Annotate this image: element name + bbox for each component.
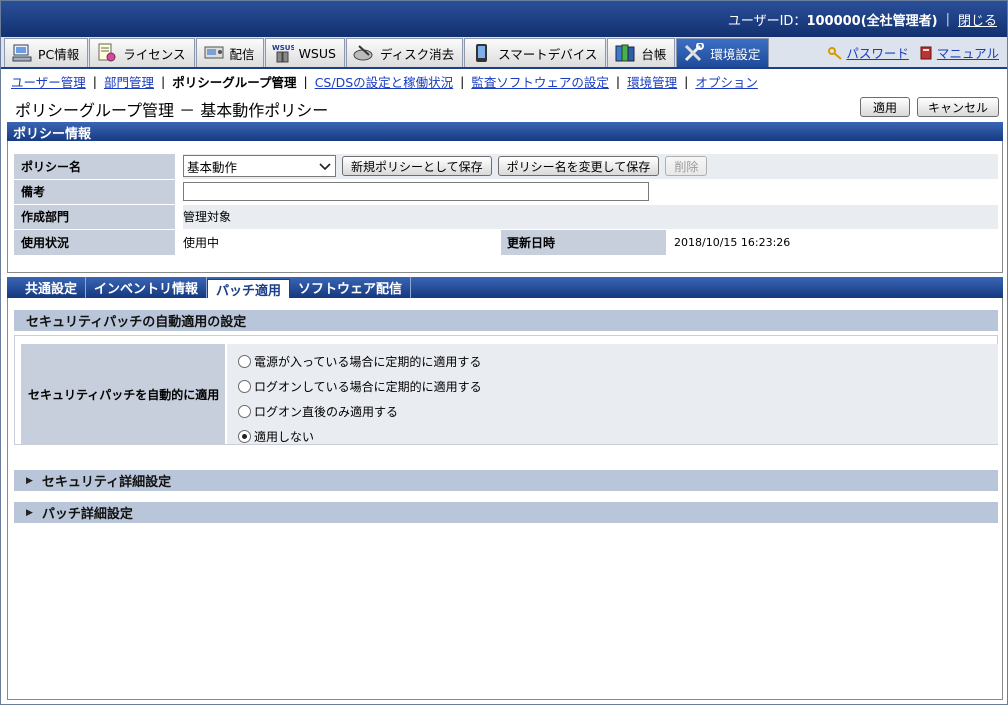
subnav-separator: | xyxy=(615,73,621,89)
expand-triangle-icon: ▶ xyxy=(26,475,33,486)
security-detail-header[interactable]: ▶ セキュリティ詳細設定 xyxy=(14,470,998,491)
delete-button[interactable]: 削除 xyxy=(665,156,708,177)
close-link[interactable]: 閉じる xyxy=(958,10,997,29)
subnav-separator: | xyxy=(460,73,465,89)
expand-triangle-icon: ▶ xyxy=(26,507,33,518)
status-label: 使用状況 xyxy=(14,229,183,256)
radio-button-selected[interactable] xyxy=(238,430,251,443)
patch-auto-apply-label: セキュリティパッチを自動的に適用 xyxy=(21,344,225,444)
option-apply-after-logon[interactable]: ログオン直後のみ適用する xyxy=(238,399,998,424)
tab-smart-device[interactable]: スマートデバイス xyxy=(464,38,607,67)
subnav-environment-management[interactable]: 環境管理 xyxy=(627,72,677,91)
tab-label: ライセンス xyxy=(123,46,186,62)
subnav-separator: | xyxy=(303,73,308,89)
patch-detail-header[interactable]: ▶ パッチ詳細設定 xyxy=(14,502,998,523)
updated-label: 更新日時 xyxy=(501,229,666,255)
main-tab-bar: PC情報 ライセンス 配信 WSUS WSUS ディスク消去 スマートデバイス … xyxy=(1,37,1007,69)
subnav-department-management[interactable]: 部門管理 xyxy=(104,72,154,91)
subnav-options[interactable]: オプション xyxy=(695,72,758,91)
policy-info-panel: ポリシー名 基本動作 新規ポリシーとして保存 ポリシー名を変更して保存 削除 備… xyxy=(7,141,1003,273)
subnav-separator: | xyxy=(684,73,689,89)
subnav-separator: | xyxy=(161,73,166,89)
tab-distribution[interactable]: 配信 xyxy=(195,38,264,67)
radio-button[interactable] xyxy=(238,355,251,368)
cancel-button[interactable]: キャンセル xyxy=(917,97,999,117)
smart-device-icon xyxy=(471,43,493,63)
tab-label: 配信 xyxy=(229,46,255,62)
status-value: 使用中 xyxy=(183,235,220,250)
password-link[interactable]: パスワード xyxy=(846,43,909,62)
sub-navigation: ユーザー管理 | 部門管理 | ポリシーグループ管理 | CS/DSの設定と稼働… xyxy=(11,72,758,90)
chevron-down-icon xyxy=(319,159,331,174)
top-header-bar: ユーザーID：100000(全社管理者) | 閉じる xyxy=(1,1,1007,37)
tab-ledger[interactable]: 台帳 xyxy=(607,38,676,67)
header-separator: | xyxy=(945,11,950,27)
tab-software-distribution[interactable]: ソフトウェア配信 xyxy=(290,277,412,298)
subnav-cs-ds-settings[interactable]: CS/DSの設定と稼働状況 xyxy=(315,72,453,91)
policy-info-header: ポリシー情報 xyxy=(7,122,1003,142)
tab-label: 台帳 xyxy=(641,46,667,62)
subnav-user-management[interactable]: ユーザー管理 xyxy=(11,72,86,91)
tab-label: PC情報 xyxy=(38,46,80,62)
option-do-not-apply[interactable]: 適用しない xyxy=(238,424,998,449)
policy-info-table: ポリシー名 基本動作 新規ポリシーとして保存 ポリシー名を変更して保存 削除 備… xyxy=(14,154,998,256)
option-apply-when-powered[interactable]: 電源が入っている場合に定期的に適用する xyxy=(238,349,998,374)
patch-content-panel: セキュリティパッチの自動適用の設定 セキュリティパッチを自動的に適用 電源が入っ… xyxy=(7,298,1003,700)
policy-tab-bar: 共通設定 インベントリ情報 パッチ適用 ソフトウェア配信 xyxy=(7,277,1003,299)
memo-label: 備考 xyxy=(14,179,183,205)
manual-link[interactable]: マニュアル xyxy=(937,43,999,62)
tab-inventory[interactable]: インベントリ情報 xyxy=(86,277,208,298)
policy-name-select[interactable]: 基本動作 xyxy=(183,155,336,178)
license-icon xyxy=(96,43,118,63)
tab-license[interactable]: ライセンス xyxy=(89,38,195,67)
tab-pc-info[interactable]: PC情報 xyxy=(4,38,89,67)
rename-and-save-button[interactable]: ポリシー名を変更して保存 xyxy=(497,156,660,177)
save-as-new-policy-button[interactable]: 新規ポリシーとして保存 xyxy=(342,156,492,177)
distribution-icon xyxy=(203,43,225,63)
header-links: パスワード マニュアル xyxy=(818,38,1007,67)
department-label: 作成部門 xyxy=(14,204,183,230)
settings-tools-icon xyxy=(683,42,705,63)
policy-name-label: ポリシー名 xyxy=(14,154,183,180)
memo-input[interactable] xyxy=(183,182,649,201)
disk-erase-icon xyxy=(353,43,375,63)
patch-auto-apply-box: セキュリティパッチを自動的に適用 電源が入っている場合に定期的に適用する ログオ… xyxy=(14,335,998,445)
pc-info-icon xyxy=(11,43,33,63)
department-row: 作成部門 管理対象 xyxy=(14,204,998,230)
subnav-separator: | xyxy=(92,73,97,89)
status-row: 使用状況 使用中 更新日時 2018/10/15 16:23:26 xyxy=(14,229,998,256)
option-apply-when-logged-on[interactable]: ログオンしている場合に定期的に適用する xyxy=(238,374,998,399)
tab-label: スマートデバイス xyxy=(498,46,598,62)
tab-label: 環境設定 xyxy=(710,46,761,62)
radio-button[interactable] xyxy=(238,380,251,393)
tab-patch-apply[interactable]: パッチ適用 xyxy=(207,279,291,299)
key-icon xyxy=(828,46,842,60)
tab-wsus[interactable]: WSUS WSUS xyxy=(264,38,345,67)
department-value: 管理対象 xyxy=(179,204,998,230)
subnav-policy-group-management: ポリシーグループ管理 xyxy=(172,74,297,90)
main-window: ユーザーID：100000(全社管理者) | 閉じる PC情報 ライセンス 配信… xyxy=(0,0,1008,705)
tab-label: WSUS xyxy=(298,45,336,61)
radio-button[interactable] xyxy=(238,405,251,418)
user-id-display: ユーザーID：100000(全社管理者) xyxy=(727,13,938,29)
page-title: ポリシーグループ管理 － 基本動作ポリシー xyxy=(15,101,329,120)
ledger-icon xyxy=(614,43,636,63)
patch-options-group: 電源が入っている場合に定期的に適用する ログオンしている場合に定期的に適用する … xyxy=(227,344,998,444)
apply-button[interactable]: 適用 xyxy=(860,97,910,117)
policy-name-row: ポリシー名 基本動作 新規ポリシーとして保存 ポリシー名を変更して保存 削除 xyxy=(14,154,998,180)
tab-settings[interactable]: 環境設定 xyxy=(676,38,770,67)
wsus-icon-text: WSUS xyxy=(272,44,294,52)
wsus-icon: WSUS xyxy=(272,43,295,63)
patch-auto-apply-header: セキュリティパッチの自動適用の設定 xyxy=(14,310,998,331)
updated-value: 2018/10/15 16:23:26 xyxy=(674,235,791,249)
tab-label: ディスク消去 xyxy=(379,46,455,62)
manual-book-icon xyxy=(919,46,933,60)
subnav-audit-software[interactable]: 監査ソフトウェアの設定 xyxy=(471,72,609,91)
memo-row: 備考 xyxy=(14,179,998,205)
tab-disk-erase[interactable]: ディスク消去 xyxy=(345,38,464,67)
tab-common-settings[interactable]: 共通設定 xyxy=(17,277,87,298)
